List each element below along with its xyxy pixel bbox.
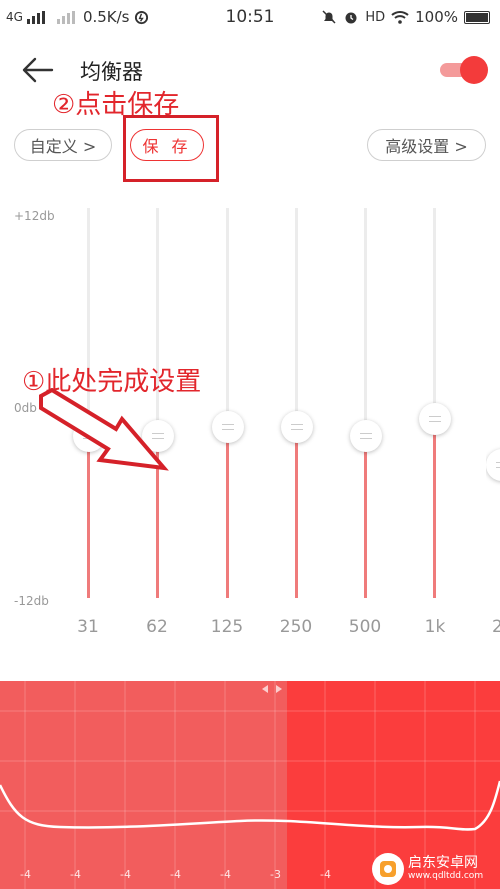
- x-tick: -4: [170, 868, 181, 881]
- advanced-settings-button[interactable]: 高级设置 >: [367, 129, 486, 161]
- back-arrow-icon[interactable]: [20, 54, 56, 86]
- wifi-icon: [391, 11, 409, 24]
- eq-slider[interactable]: [281, 208, 313, 598]
- watermark-url: www.qdltdd.com: [408, 871, 484, 881]
- band-label: 125: [210, 617, 244, 637]
- toggle-knob: [460, 56, 488, 84]
- band-label-partial: 2: [492, 617, 500, 637]
- mute-notification-icon: [322, 10, 336, 24]
- equalizer-toggle[interactable]: [440, 56, 488, 84]
- eq-slider[interactable]: [212, 208, 244, 598]
- save-button[interactable]: 保 存: [130, 129, 204, 161]
- battery-icon: [464, 10, 490, 24]
- preset-button[interactable]: 自定义 >: [14, 129, 112, 161]
- band-label: 250: [279, 617, 313, 637]
- band-label: 500: [348, 617, 382, 637]
- battery-percent: 100%: [415, 8, 458, 26]
- x-tick: -3: [270, 868, 281, 881]
- slider-handle[interactable]: [281, 411, 313, 444]
- band-label: 1k: [424, 617, 446, 637]
- x-tick: -4: [70, 868, 81, 881]
- annotation-arrow: [39, 388, 169, 471]
- eq-slider-partial[interactable]: [486, 208, 500, 598]
- db-label-top: +12db: [14, 209, 55, 223]
- watermark: 启东安卓网 www.qdltdd.com: [372, 852, 494, 886]
- db-label-mid: 0db: [14, 401, 37, 415]
- band-label: 31: [77, 617, 99, 637]
- slider-fill: [364, 435, 367, 598]
- x-tick: -4: [120, 868, 131, 881]
- slider-handle[interactable]: [419, 403, 451, 436]
- x-tick: -4: [320, 868, 331, 881]
- hd-badge: HD: [365, 9, 386, 25]
- x-tick: -4: [220, 868, 231, 881]
- band-label: 62: [146, 617, 168, 637]
- graph-left-region: [0, 681, 287, 889]
- slider-fill: [433, 419, 436, 598]
- status-bar: 4G 0.5K/s 10:51 HD 100%: [0, 0, 500, 34]
- db-label-bottom: -12db: [14, 594, 49, 608]
- watermark-name: 启东安卓网: [408, 855, 478, 871]
- eq-slider[interactable]: [419, 208, 451, 598]
- slider-fill: [226, 427, 229, 598]
- page-title: 均衡器: [80, 60, 143, 84]
- x-tick: -4: [20, 868, 31, 881]
- watermark-logo-icon: [372, 853, 404, 885]
- alarm-icon: [345, 12, 357, 24]
- slider-handle[interactable]: [212, 411, 244, 444]
- eq-slider[interactable]: [350, 208, 382, 598]
- slider-fill: [295, 427, 298, 598]
- slider-handle[interactable]: [486, 449, 500, 481]
- slider-handle[interactable]: [350, 419, 382, 452]
